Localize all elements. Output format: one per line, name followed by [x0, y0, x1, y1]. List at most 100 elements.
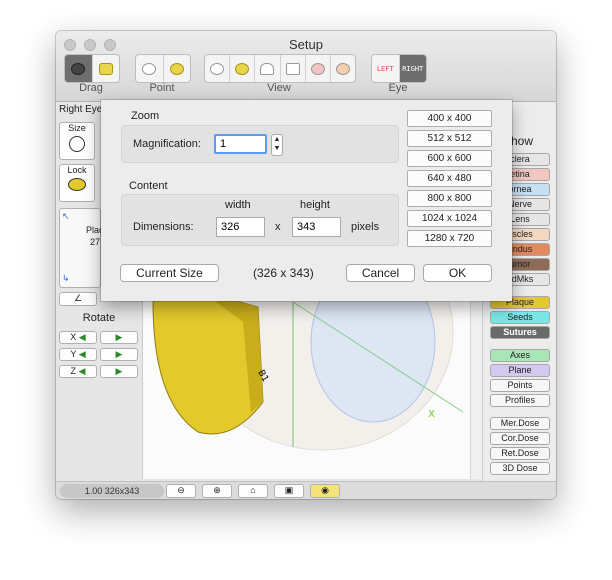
- snapshot-button[interactable]: ▣: [274, 484, 304, 498]
- preset-400x400-button[interactable]: 400 x 400: [407, 110, 492, 127]
- magnification-label: Magnification:: [133, 138, 201, 150]
- toggle-3d-dose[interactable]: 3D Dose: [490, 462, 550, 475]
- toggle-seeds[interactable]: Seeds: [490, 311, 550, 324]
- height-input[interactable]: [292, 217, 341, 237]
- magnification-stepper[interactable]: ▲ ▼: [271, 134, 283, 156]
- rotate-z-minus-button[interactable]: Z ◀: [59, 365, 97, 378]
- rotate-eye-icon: [71, 62, 86, 75]
- side-view-icon: [260, 62, 275, 75]
- lock-button[interactable]: Lock: [59, 164, 95, 202]
- preset-1280x720-button[interactable]: 1280 x 720: [407, 230, 492, 247]
- show-label: how: [511, 134, 534, 148]
- current-size-value: (326 x 343): [253, 266, 314, 280]
- rotate-z-label: Z: [70, 366, 77, 376]
- toggle-points[interactable]: Points: [490, 379, 550, 392]
- point-tumor-button[interactable]: [164, 55, 191, 82]
- pixels-label: pixels: [351, 221, 380, 233]
- eye-group: LEFT RIGHT: [371, 54, 427, 83]
- toggle-cor-dose[interactable]: Cor.Dose: [490, 432, 550, 445]
- rotate-right-icon: ▶: [115, 366, 123, 376]
- rotate-x-label: X: [70, 332, 77, 342]
- rotate-left-icon: ◀: [78, 332, 86, 342]
- drag-group: [64, 54, 120, 83]
- rotate-y-plus-button[interactable]: ▶: [100, 348, 138, 361]
- times-sign: x: [275, 221, 281, 233]
- rotate-x-plus-button[interactable]: ▶: [100, 331, 138, 344]
- left-eye-button[interactable]: LEFT: [372, 55, 400, 82]
- size-label: Size: [68, 123, 86, 133]
- cancel-button[interactable]: Cancel: [346, 264, 415, 282]
- rotate-y-minus-button[interactable]: Y ◀: [59, 348, 97, 361]
- rotate-x-minus-button[interactable]: X ◀: [59, 331, 97, 344]
- preset-600x600-button[interactable]: 600 x 600: [407, 150, 492, 167]
- drag-label: Drag: [79, 82, 103, 94]
- angle-button[interactable]: ∠: [59, 292, 97, 306]
- right-eye-tab[interactable]: Right Eye: [59, 104, 102, 115]
- view-home-button[interactable]: [205, 55, 231, 82]
- point-center-button[interactable]: [136, 55, 164, 82]
- ok-button[interactable]: OK: [423, 264, 492, 282]
- zoom-in-icon: ⊕: [213, 485, 221, 495]
- current-size-button[interactable]: Current Size: [120, 264, 219, 282]
- back-view-icon: [335, 62, 350, 75]
- chevron-down-icon: ▼: [273, 145, 281, 152]
- lock-label: Lock: [67, 165, 87, 175]
- preset-640x480-button[interactable]: 640 x 480: [407, 170, 492, 187]
- zoom-out-icon: ⊖: [177, 485, 185, 495]
- dimensions-label: Dimensions:: [133, 221, 194, 233]
- content-title: Content: [129, 180, 168, 192]
- magnification-input[interactable]: [214, 134, 267, 154]
- title-toolbar: Setup Drag Point View LEFT RIGHT Eye: [56, 31, 556, 102]
- drag-hand-button[interactable]: [93, 55, 120, 82]
- view-group: [204, 54, 356, 83]
- rotate-label: Rotate: [82, 312, 116, 324]
- left-eye-text: LEFT: [376, 64, 394, 73]
- zoom-status: 1.00 326x343: [60, 484, 164, 498]
- width-input[interactable]: [216, 217, 265, 237]
- status-bar: 1.00 326x343 ⊖ ⊕ ⌂ ▣ ◉: [56, 481, 556, 499]
- preset-800x800-button[interactable]: 800 x 800: [407, 190, 492, 207]
- rotate-z-plus-button[interactable]: ▶: [100, 365, 138, 378]
- right-eye-text: RIGHT: [402, 64, 424, 73]
- window-title: Setup: [289, 37, 323, 52]
- toggle-ret-dose[interactable]: Ret.Dose: [490, 447, 550, 460]
- point-group: [135, 54, 191, 83]
- zoom-out-button[interactable]: ⊖: [166, 484, 196, 498]
- size-dialog: Zoom Magnification: ▲ ▼ Content width he…: [101, 100, 512, 301]
- toggle-profiles[interactable]: Profiles: [490, 394, 550, 407]
- plaque-view-button[interactable]: ◉: [310, 484, 340, 498]
- toggle-axes[interactable]: Axes: [490, 349, 550, 362]
- toggle-mer-dose[interactable]: Mer.Dose: [490, 417, 550, 430]
- view-front-button[interactable]: [306, 55, 331, 82]
- view-back-button[interactable]: [331, 55, 355, 82]
- preset-1024x1024-button[interactable]: 1024 x 1024: [407, 210, 492, 227]
- chevron-up-icon: ▲: [273, 136, 281, 143]
- plaque-view-icon: ◉: [321, 485, 329, 495]
- view-side-button[interactable]: [255, 55, 281, 82]
- lock-plaque-icon: [68, 178, 86, 191]
- tumor-point-icon: [169, 62, 184, 75]
- orientation-view[interactable]: ↖ Plac 27 ↳: [59, 208, 104, 288]
- rotate-left-icon: ◀: [78, 366, 86, 376]
- hand-icon: [98, 62, 113, 75]
- rotate-y-label: Y: [70, 349, 77, 359]
- eye-label: Eye: [388, 82, 408, 94]
- drag-rotate-button[interactable]: [65, 55, 93, 82]
- camera-icon: ▣: [284, 485, 294, 495]
- zoom-in-button[interactable]: ⊕: [202, 484, 232, 498]
- orientation-text-2: 27: [90, 237, 101, 247]
- toggle-sutures[interactable]: Sutures: [490, 326, 550, 339]
- home-button[interactable]: ⌂: [238, 484, 268, 498]
- size-button[interactable]: Size: [59, 122, 95, 160]
- height-header: height: [300, 199, 330, 211]
- toggle-plane[interactable]: Plane: [490, 364, 550, 377]
- right-eye-button[interactable]: RIGHT: [399, 55, 426, 82]
- view-bottom-button[interactable]: [281, 55, 306, 82]
- rotate-left-icon: ◀: [78, 349, 86, 359]
- rotate-right-icon: ▶: [115, 349, 123, 359]
- angle-icon: ∠: [73, 293, 83, 303]
- view-label: View: [267, 82, 291, 94]
- view-tumor-button[interactable]: [230, 55, 256, 82]
- preset-512x512-button[interactable]: 512 x 512: [407, 130, 492, 147]
- tumor-view-icon: [235, 62, 250, 75]
